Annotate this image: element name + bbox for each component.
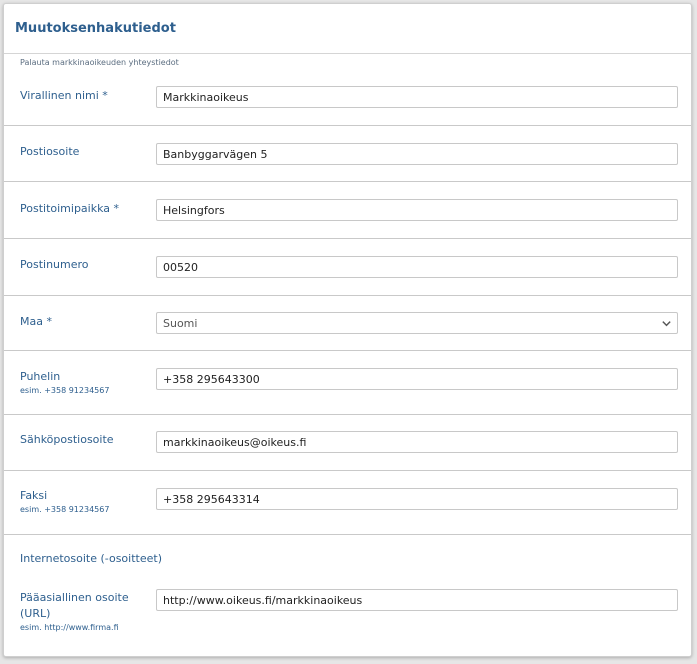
restore-contact-link[interactable]: Palauta markkinaoikeuden yhteystiedot	[20, 58, 179, 67]
postal-code-input[interactable]	[156, 256, 678, 278]
chevron-down-icon	[662, 321, 671, 327]
website-section-label: Internetosoite (-osoitteet)	[20, 552, 162, 565]
main-url-label-cont: (URL)	[20, 607, 51, 620]
fax-hint: esim. +358 91234567	[20, 505, 110, 514]
street-address-label: Postiosoite	[20, 145, 80, 158]
row-divider	[4, 125, 691, 126]
phone-label: Puhelin	[20, 370, 61, 383]
country-label: Maa *	[20, 315, 52, 328]
panel-title: Muutoksenhakutiedot	[15, 21, 176, 36]
official-name-label: Virallinen nimi *	[20, 89, 108, 102]
row-divider	[4, 470, 691, 471]
street-address-input[interactable]	[156, 143, 678, 165]
fax-label: Faksi	[20, 489, 48, 502]
row-divider	[4, 238, 691, 239]
official-name-input[interactable]	[156, 86, 678, 108]
phone-hint: esim. +358 91234567	[20, 386, 110, 395]
phone-input[interactable]	[156, 368, 678, 390]
city-label: Postitoimipaikka *	[20, 202, 120, 215]
email-input[interactable]	[156, 431, 678, 453]
appeal-info-panel: Muutoksenhakutiedot Palauta markkinaoike…	[3, 3, 692, 657]
row-divider	[4, 295, 691, 296]
postal-code-label: Postinumero	[20, 258, 89, 271]
row-divider	[4, 534, 691, 535]
row-divider	[4, 350, 691, 351]
city-input[interactable]	[156, 199, 678, 221]
country-select-value: Suomi	[163, 316, 198, 330]
main-url-hint: esim. http://www.firma.fi	[20, 623, 119, 632]
email-label: Sähköpostiosoite	[20, 433, 114, 446]
main-url-input[interactable]	[156, 589, 678, 611]
row-divider	[4, 414, 691, 415]
row-divider	[4, 181, 691, 182]
header-divider	[4, 53, 691, 54]
main-url-label: Pääasiallinen osoite	[20, 591, 129, 604]
country-select[interactable]: Suomi	[156, 312, 678, 334]
fax-input[interactable]	[156, 488, 678, 510]
